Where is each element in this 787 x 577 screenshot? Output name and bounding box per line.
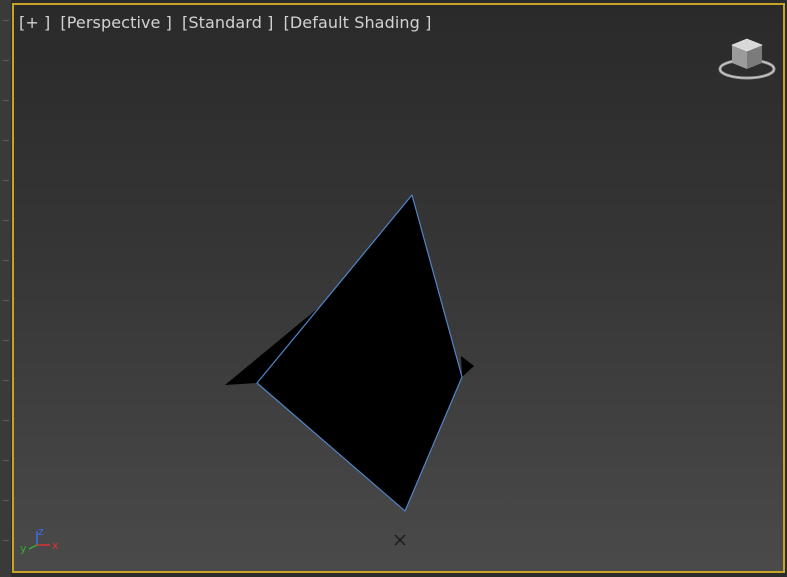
ruler-tick xyxy=(3,540,9,541)
ruler-tick xyxy=(3,380,9,381)
ruler-tick xyxy=(3,220,9,221)
ruler-tick xyxy=(3,340,9,341)
ruler-tick xyxy=(3,140,9,141)
mesh-front-face[interactable] xyxy=(256,194,463,512)
mesh-side-face[interactable] xyxy=(461,356,474,377)
ruler-tick xyxy=(3,100,9,101)
ruler-tick xyxy=(3,500,9,501)
ruler-tick xyxy=(3,20,9,21)
axis-y-label: y xyxy=(20,542,27,555)
scene-canvas[interactable] xyxy=(14,5,785,573)
axis-tripod-icon: z x y xyxy=(20,525,59,555)
ruler-tick xyxy=(3,300,9,301)
left-ruler xyxy=(0,0,11,577)
axis-x-label: x xyxy=(52,539,59,552)
ruler-tick xyxy=(3,260,9,261)
ruler-tick xyxy=(3,60,9,61)
close-x-icon xyxy=(394,534,406,546)
perspective-viewport[interactable]: [+ ] [Perspective ] [Standard ] [Default… xyxy=(12,3,785,573)
ruler-tick xyxy=(3,180,9,181)
axis-z-label: z xyxy=(38,525,44,538)
ruler-tick xyxy=(3,420,9,421)
ruler-tick xyxy=(3,460,9,461)
